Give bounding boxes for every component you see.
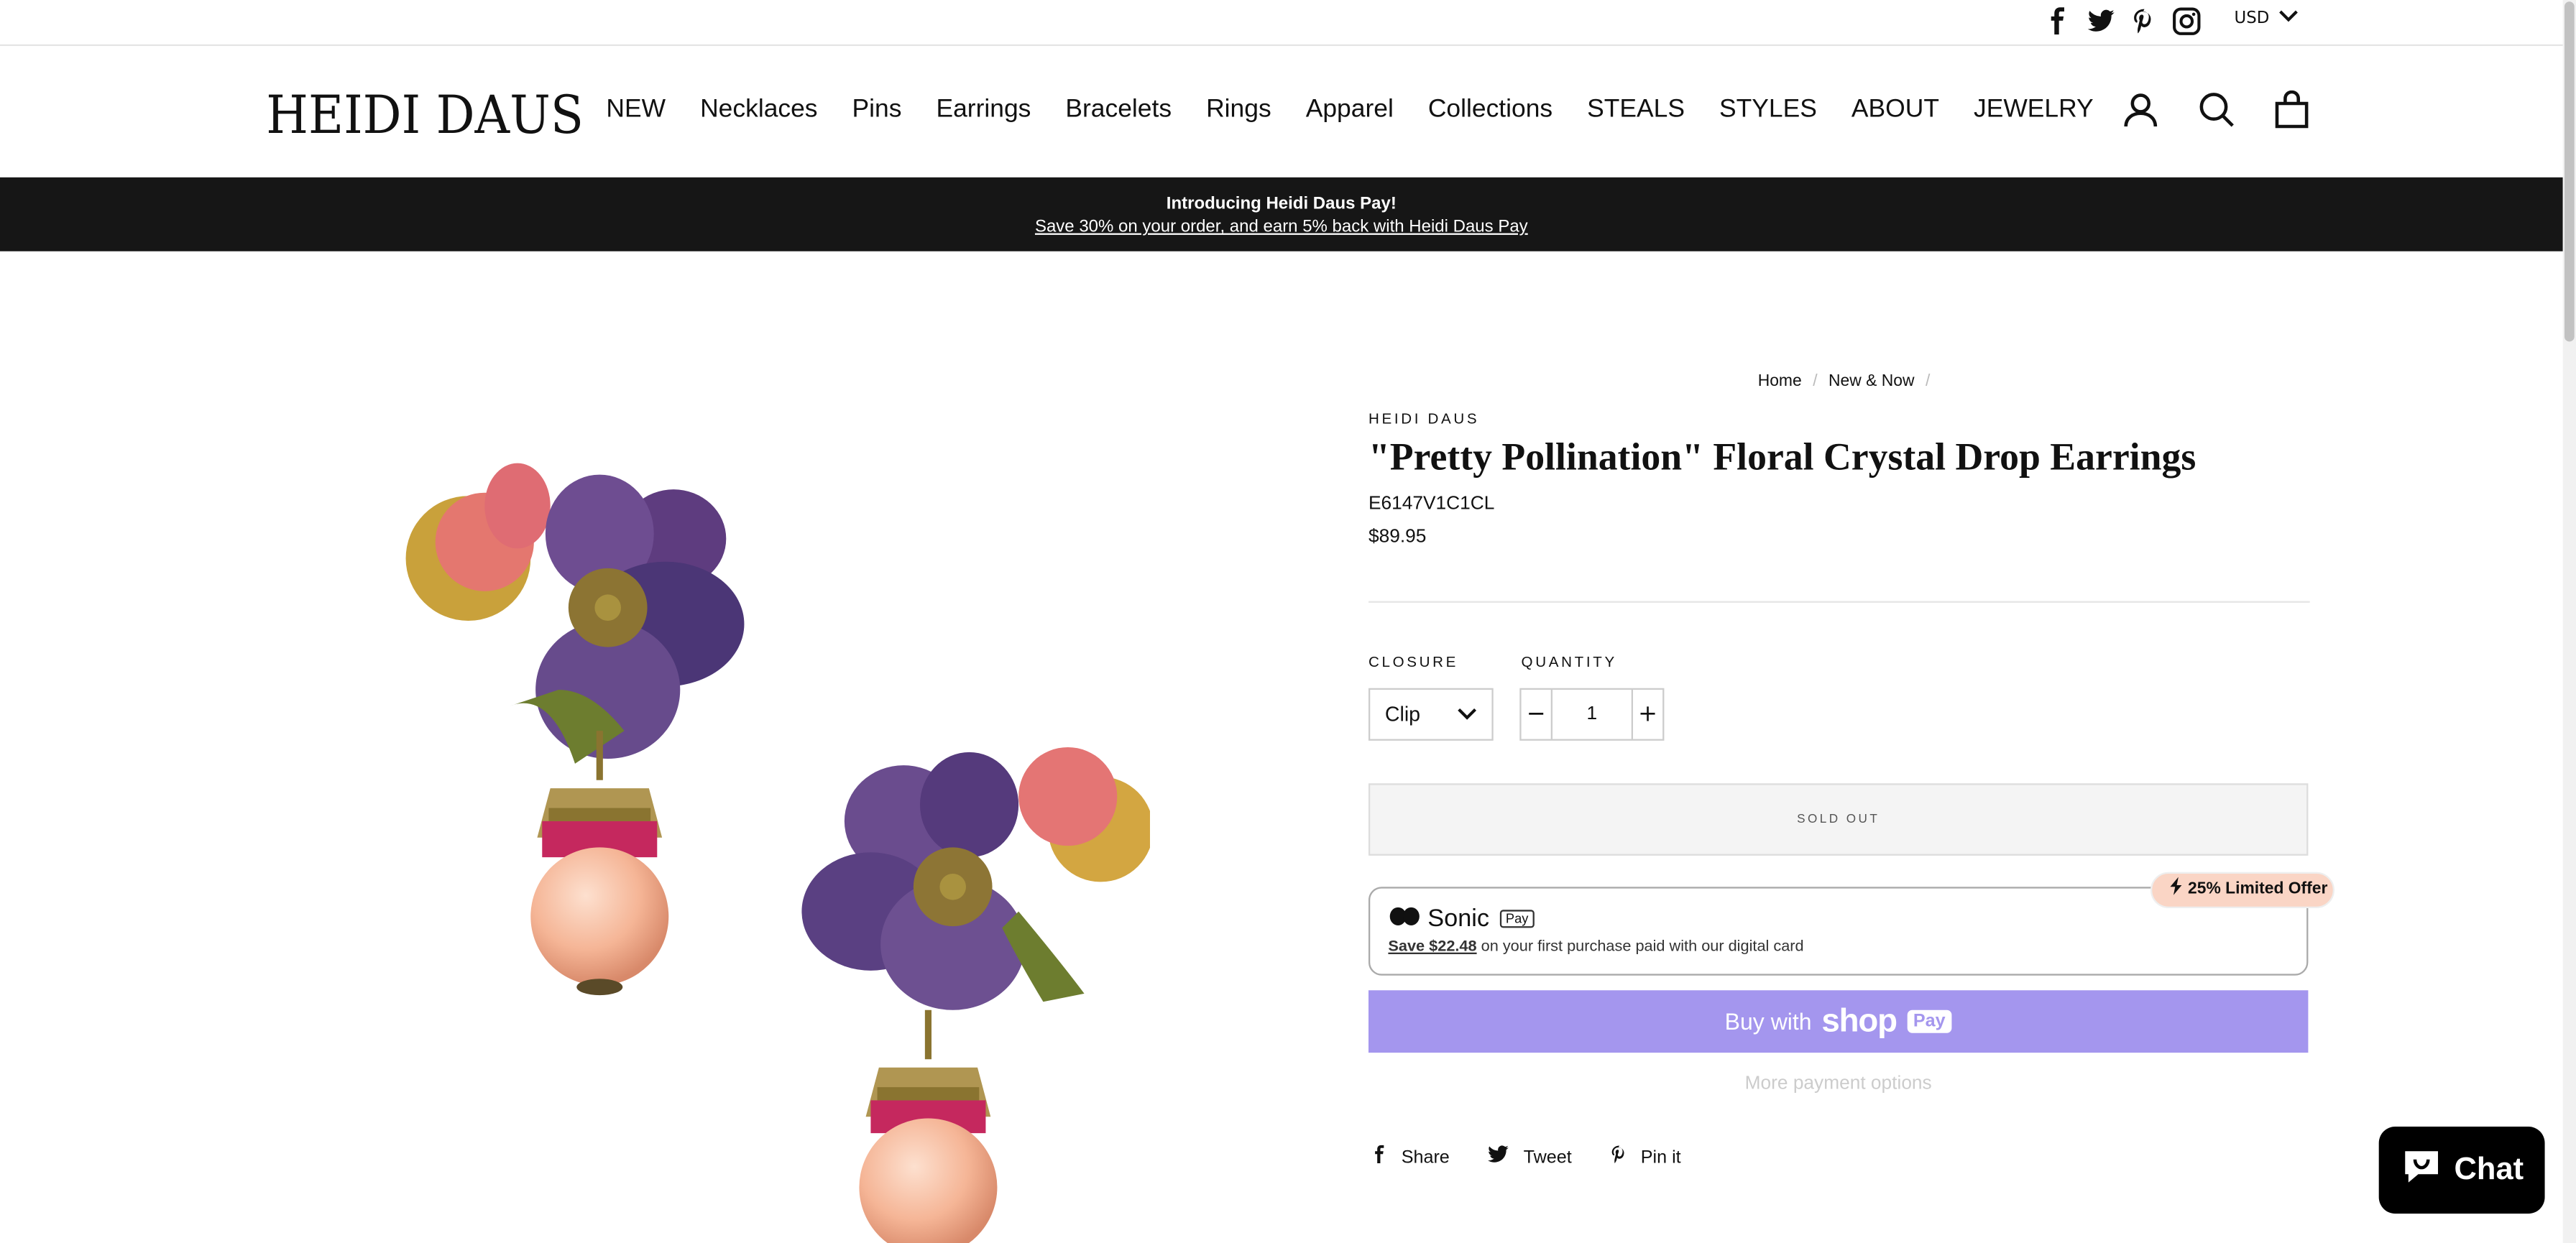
quantity-increase-button[interactable]: + (1633, 690, 1662, 739)
cart-icon[interactable] (2273, 90, 2309, 130)
currency-label: USD (2234, 9, 2270, 28)
page-scrollbar[interactable] (2562, 0, 2576, 1243)
announcement-title: Introducing Heidi Daus Pay! (1166, 193, 1397, 214)
product-image[interactable] (378, 443, 1154, 1243)
sonic-logo: Sonic Pay (1388, 905, 1535, 933)
chevron-down-icon (2279, 10, 2299, 28)
closure-select[interactable]: Clip (1368, 688, 1494, 741)
breadcrumb-home[interactable]: Home (1758, 373, 1802, 391)
page: USD HEIDI DAUS NEW Necklaces Pins Earrin… (0, 0, 2576, 1243)
nav-necklaces[interactable]: Necklaces (700, 96, 817, 125)
pinterest-icon (1608, 1143, 1629, 1171)
more-payment-options[interactable]: More payment options (1368, 1074, 2308, 1094)
chevron-down-icon (1455, 703, 1478, 726)
facebook-icon (1370, 1143, 1389, 1171)
share-label: Share (1401, 1147, 1450, 1167)
share-pinterest[interactable]: Pin it (1608, 1143, 1681, 1171)
share-facebook[interactable]: Share (1370, 1143, 1450, 1171)
main-nav: NEW Necklaces Pins Earrings Bracelets Ri… (606, 96, 2128, 125)
breadcrumb-separator: / (1925, 372, 1931, 391)
scrollbar-thumb[interactable] (2564, 1, 2575, 342)
product-price: $89.95 (1368, 527, 1427, 547)
offer-text: 25% Limited Offer (2188, 880, 2328, 899)
social-links (2043, 6, 2201, 36)
nav-apparel[interactable]: Apparel (1306, 96, 1394, 125)
utility-bar: USD (0, 0, 2563, 46)
nav-bracelets[interactable]: Bracelets (1065, 96, 1172, 125)
nav-earrings[interactable]: Earrings (936, 96, 1031, 125)
product-vendor[interactable]: HEIDI DAUS (1368, 410, 1479, 427)
twitter-icon (1486, 1143, 1512, 1171)
nav-about[interactable]: ABOUT (1852, 96, 1939, 125)
shop-pay-prefix: Buy with (1724, 1008, 1812, 1035)
nav-rings[interactable]: Rings (1206, 96, 1271, 125)
tweet-label: Tweet (1523, 1147, 1572, 1167)
chat-bubble-icon (2400, 1145, 2442, 1195)
chat-button[interactable]: Chat (2378, 1126, 2545, 1214)
breadcrumb-separator: / (1813, 372, 1818, 391)
site-logo[interactable]: HEIDI DAUS (266, 84, 584, 147)
divider (1368, 601, 2310, 603)
nav-steals[interactable]: STEALS (1587, 96, 1685, 125)
closure-value: Clip (1384, 703, 1421, 726)
quantity-label: QUANTITY (1521, 653, 1617, 670)
currency-selector[interactable]: USD (2235, 10, 2299, 28)
quantity-decrease-button[interactable]: − (1522, 690, 1551, 739)
closure-label: CLOSURE (1368, 653, 1459, 670)
sonic-brand: Sonic (1427, 905, 1490, 933)
twitter-icon[interactable] (2087, 6, 2116, 36)
header-actions (2122, 90, 2310, 130)
pin-label: Pin it (1640, 1147, 1681, 1167)
announcement-bar: Introducing Heidi Daus Pay! Save 30% on … (0, 177, 2563, 251)
sonic-save: Save $22.48 (1388, 938, 1477, 956)
shop-pay-button[interactable]: Buy with shop Pay (1368, 990, 2309, 1053)
shop-logo: shop (1821, 1002, 1898, 1039)
sonic-sub-text: on your first purchase paid with our dig… (1476, 938, 1804, 956)
breadcrumb: Home / New & Now / (1758, 373, 1937, 391)
instagram-icon[interactable] (2172, 6, 2202, 36)
nav-pins[interactable]: Pins (852, 96, 902, 125)
search-icon[interactable] (2198, 91, 2234, 130)
sold-out-button[interactable]: SOLD OUT (1368, 783, 2309, 856)
shop-pay-tag: Pay (1906, 1009, 1952, 1033)
nav-styles[interactable]: STYLES (1719, 96, 1817, 125)
nav-jewelry[interactable]: JEWELRY (1974, 96, 2094, 125)
sonic-subtext: Save $22.48 on your first purchase paid … (1388, 938, 1803, 956)
share-twitter[interactable]: Tweet (1486, 1143, 1572, 1171)
product-sku: E6147V1C1CL (1368, 494, 1495, 514)
pinterest-icon[interactable] (2129, 6, 2158, 36)
limited-offer-badge: 25% Limited Offer (2150, 872, 2334, 908)
nav-new[interactable]: NEW (606, 96, 666, 125)
nav-collections[interactable]: Collections (1428, 96, 1552, 125)
lightning-icon (2170, 877, 2188, 898)
social-share: Share Tweet Pin it (1370, 1143, 1681, 1171)
sonic-logo-icon (1388, 905, 1421, 933)
announcement-link[interactable]: Save 30% on your order, and earn 5% back… (0, 217, 2563, 236)
facebook-icon[interactable] (2043, 6, 2073, 36)
quantity-stepper: − 1 + (1519, 688, 1665, 741)
breadcrumb-section[interactable]: New & Now (1828, 373, 1914, 391)
account-icon[interactable] (2122, 91, 2158, 130)
quantity-input[interactable]: 1 (1550, 689, 1633, 739)
chat-label: Chat (2454, 1152, 2524, 1187)
site-header: HEIDI DAUS NEW Necklaces Pins Earrings B… (0, 47, 2563, 177)
sonic-pay-tag: Pay (1499, 910, 1535, 928)
product-title: "Pretty Pollination" Floral Crystal Drop… (1368, 436, 2196, 480)
